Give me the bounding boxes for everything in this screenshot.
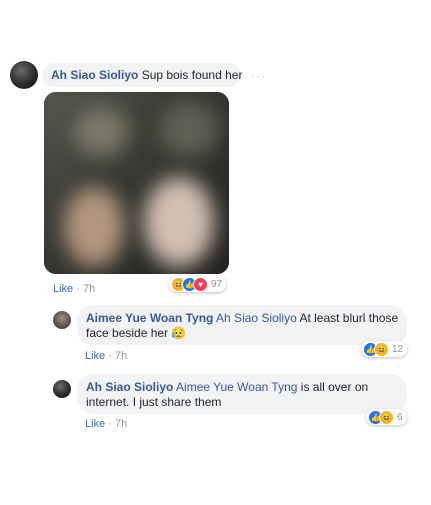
reaction-summary[interactable]: 👍 😆 6 bbox=[366, 409, 407, 425]
blurred-face bbox=[144, 177, 214, 267]
reaction-summary[interactable]: 👍 😆 12 bbox=[361, 341, 408, 357]
comment-bubble: Ah Siao Sioliyo Sup bois found her bbox=[42, 63, 243, 87]
mention-link[interactable]: Ah Siao Sioliyo bbox=[216, 311, 297, 325]
reply-bubble: Aimee Yue Woan Tyng Ah Siao Sioliyo At l… bbox=[77, 305, 407, 345]
reaction-count: 12 bbox=[392, 343, 404, 355]
comment-actions: Like · 7h bbox=[53, 283, 95, 295]
timestamp[interactable]: 7h bbox=[83, 283, 95, 295]
blurred-face bbox=[64, 187, 124, 267]
avatar[interactable] bbox=[53, 380, 71, 398]
haha-icon: 😆 bbox=[374, 341, 389, 357]
reply-author-link[interactable]: Ah Siao Sioliyo bbox=[86, 380, 173, 394]
reply-actions: Like · 7h bbox=[85, 350, 127, 362]
haha-icon: 😆 bbox=[379, 409, 394, 425]
reply-author-link[interactable]: Aimee Yue Woan Tyng bbox=[86, 311, 213, 325]
timestamp[interactable]: 7h bbox=[115, 418, 127, 430]
sad-emoji: 😥 bbox=[171, 326, 187, 340]
reaction-count: 97 bbox=[211, 278, 223, 290]
comment-text: Sup bois found her bbox=[141, 68, 243, 82]
like-link[interactable]: Like bbox=[53, 283, 73, 295]
timestamp[interactable]: 7h bbox=[115, 350, 127, 362]
blurred-face bbox=[159, 102, 219, 157]
like-link[interactable]: Like bbox=[85, 350, 105, 362]
reaction-summary[interactable]: 😆 👍 ♥ 97 bbox=[169, 276, 227, 292]
love-icon: ♥ bbox=[193, 276, 208, 292]
like-link[interactable]: Like bbox=[85, 418, 105, 430]
mention-link[interactable]: Aimee Yue Woan Tyng bbox=[176, 380, 297, 394]
separator: · bbox=[108, 418, 112, 430]
avatar[interactable] bbox=[10, 61, 38, 89]
more-options-icon[interactable]: ··· bbox=[251, 69, 266, 83]
separator: · bbox=[76, 283, 80, 295]
reply-bubble: Ah Siao Sioliyo Aimee Yue Woan Tyng is a… bbox=[77, 374, 407, 414]
comment-author-link[interactable]: Ah Siao Sioliyo bbox=[51, 68, 138, 82]
reaction-count: 6 bbox=[397, 411, 403, 423]
blurred-face bbox=[74, 107, 129, 157]
separator: · bbox=[108, 350, 112, 362]
avatar[interactable] bbox=[53, 311, 71, 329]
comment-photo[interactable] bbox=[44, 92, 229, 274]
reply-actions: Like · 7h bbox=[85, 418, 127, 430]
